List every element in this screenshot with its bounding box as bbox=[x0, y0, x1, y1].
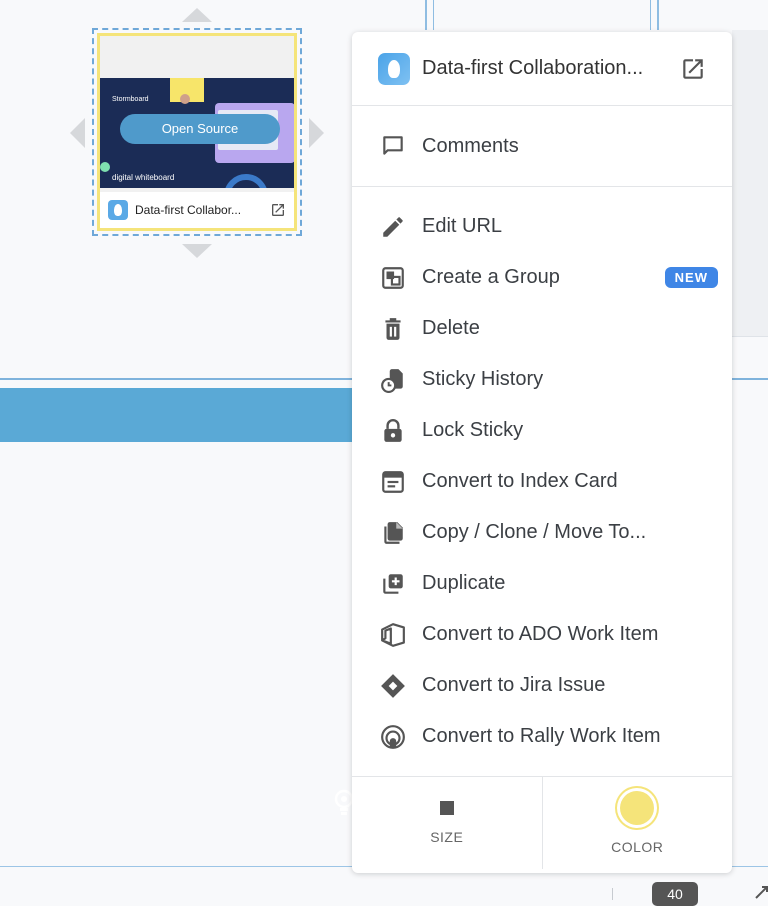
menu-item-label: Delete bbox=[422, 317, 480, 339]
menu-item-label: Edit URL bbox=[422, 215, 503, 237]
menu-item-copy-clone-move[interactable]: Copy / Clone / Move To... bbox=[352, 507, 732, 558]
size-label: SIZE bbox=[430, 829, 464, 845]
move-right-arrow-icon[interactable] bbox=[309, 118, 324, 148]
sticky-context-menu: Data-first Collaboration... Comments Edi… bbox=[352, 32, 732, 873]
lane-divider bbox=[425, 0, 659, 30]
menu-item-label: Convert to ADO Work Item bbox=[422, 623, 659, 645]
menu-item-convert-rally[interactable]: Convert to Rally Work Item bbox=[352, 711, 732, 762]
toolbar-chip[interactable]: 40 bbox=[652, 882, 698, 906]
move-left-arrow-icon[interactable] bbox=[70, 118, 85, 148]
menu-item-label: Convert to Index Card bbox=[422, 470, 618, 492]
color-swatch-icon bbox=[620, 791, 655, 825]
open-source-button[interactable]: Open Source bbox=[120, 114, 280, 144]
menu-item-label: Copy / Clone / Move To... bbox=[422, 521, 647, 543]
menu-item-label: Duplicate bbox=[422, 572, 506, 594]
menu-item-sticky-history[interactable]: Sticky History bbox=[352, 354, 732, 405]
menu-item-comments[interactable]: Comments bbox=[352, 106, 732, 186]
preview-brand: Stormboard bbox=[112, 96, 149, 103]
rally-icon bbox=[380, 724, 406, 750]
menu-item-create-group[interactable]: Create a Group NEW bbox=[352, 252, 732, 303]
app-icon bbox=[108, 200, 128, 220]
color-button[interactable]: COLOR bbox=[541, 777, 733, 869]
menu-item-label: Lock Sticky bbox=[422, 419, 524, 441]
menu-item-lock-sticky[interactable]: Lock Sticky bbox=[352, 405, 732, 456]
sticky-body[interactable]: Stormboard digital whiteboard Open Sourc… bbox=[97, 33, 297, 231]
copy-icon bbox=[380, 520, 406, 546]
size-icon bbox=[439, 801, 454, 815]
comments-section: Comments bbox=[352, 106, 732, 187]
menu-item-convert-jira[interactable]: Convert to Jira Issue bbox=[352, 660, 732, 711]
comment-icon bbox=[380, 133, 406, 159]
toolbar-icon[interactable] bbox=[754, 884, 768, 900]
pencil-icon bbox=[380, 214, 406, 240]
jira-icon bbox=[380, 673, 406, 699]
trash-icon bbox=[380, 316, 406, 342]
move-down-arrow-icon[interactable] bbox=[182, 244, 212, 258]
history-icon bbox=[380, 367, 406, 393]
new-badge: NEW bbox=[664, 267, 718, 288]
menu-item-label: Comments bbox=[422, 134, 519, 157]
menu-item-label: Sticky History bbox=[422, 368, 544, 390]
open-external-icon[interactable] bbox=[680, 56, 706, 82]
size-color-row: SIZE COLOR bbox=[352, 777, 732, 869]
sticky-title: Data-first Collabor... bbox=[135, 203, 242, 217]
menu-item-convert-ado[interactable]: Convert to ADO Work Item bbox=[352, 609, 732, 660]
menu-title: Data-first Collaboration... bbox=[422, 57, 644, 79]
preview-text: digital whiteboard bbox=[112, 173, 175, 182]
index-card-icon bbox=[380, 469, 406, 495]
duplicate-icon bbox=[380, 571, 406, 597]
selected-sticky[interactable]: Stormboard digital whiteboard Open Sourc… bbox=[92, 28, 302, 236]
move-up-arrow-icon[interactable] bbox=[182, 8, 212, 22]
menu-item-label: Convert to Jira Issue bbox=[422, 674, 606, 696]
size-button[interactable]: SIZE bbox=[352, 777, 542, 869]
menu-item-convert-index-card[interactable]: Convert to Index Card bbox=[352, 456, 732, 507]
app-icon bbox=[378, 52, 410, 85]
menu-item-label: Create a Group bbox=[422, 266, 560, 288]
menu-item-delete[interactable]: Delete bbox=[352, 303, 732, 354]
sticky-footer: Data-first Collabor... bbox=[100, 192, 294, 228]
external-link-icon[interactable] bbox=[270, 202, 286, 218]
menu-item-label: Convert to Rally Work Item bbox=[422, 725, 661, 747]
toolbar-divider bbox=[612, 888, 613, 900]
board-column bbox=[732, 30, 768, 337]
menu-item-edit-url[interactable]: Edit URL bbox=[352, 201, 732, 252]
actions-section: Edit URL Create a Group NEW Delete Stick… bbox=[352, 187, 732, 777]
menu-header: Data-first Collaboration... bbox=[352, 32, 732, 106]
menu-item-duplicate[interactable]: Duplicate bbox=[352, 558, 732, 609]
section-header-bar[interactable] bbox=[0, 388, 390, 815]
lock-icon bbox=[380, 418, 406, 444]
ado-icon bbox=[380, 622, 406, 648]
color-label: COLOR bbox=[611, 839, 664, 855]
group-icon bbox=[380, 265, 406, 291]
